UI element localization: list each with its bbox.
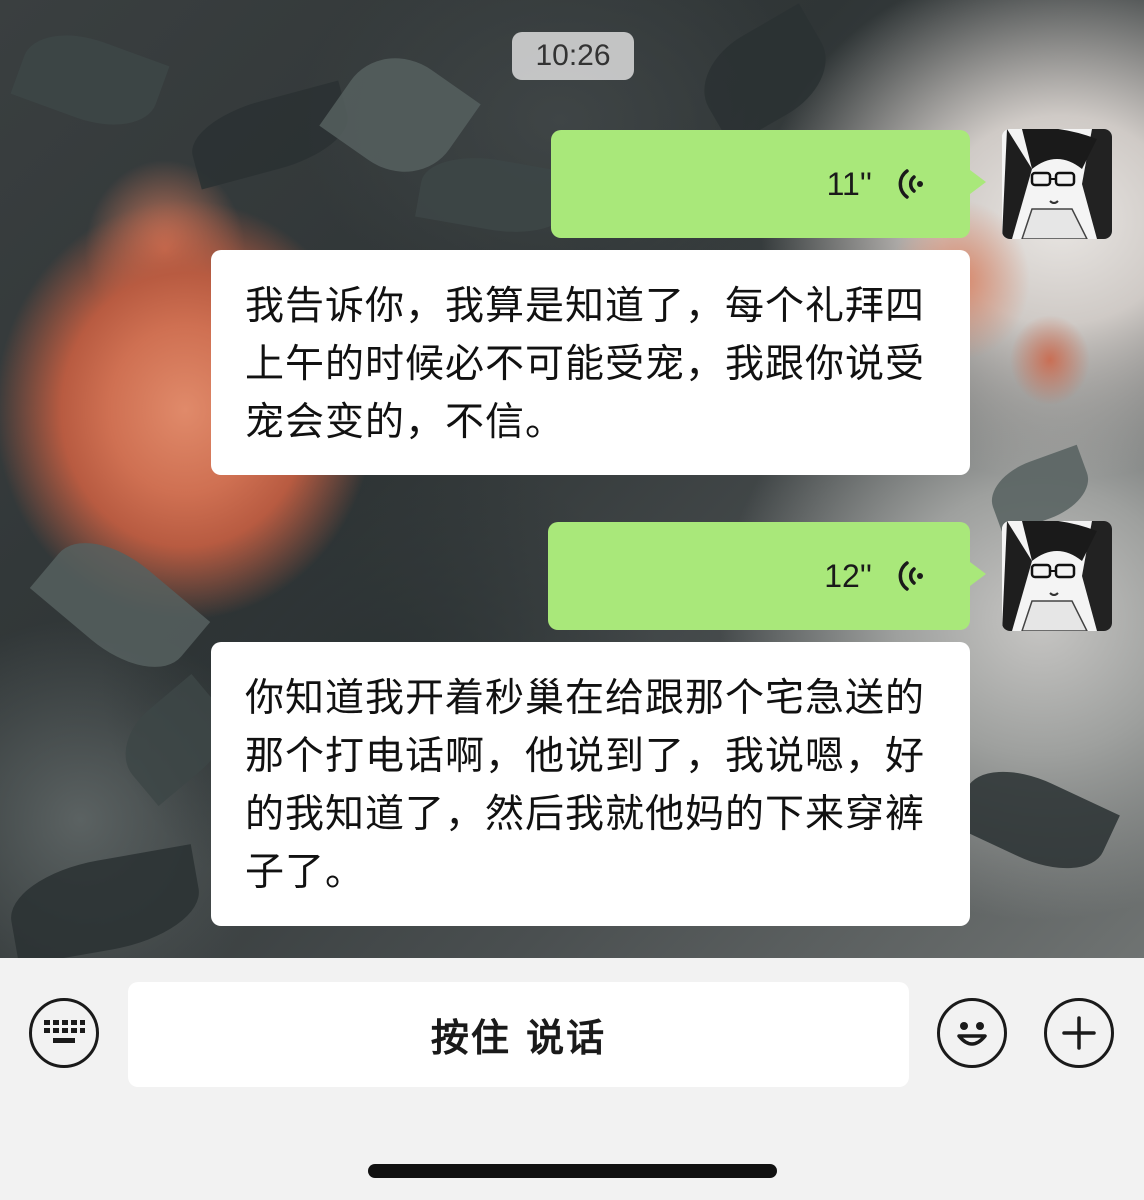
message-text: 我告诉你，我算是知道了，每个礼拜四上午的时候必不可能受宠，我跟你说受宠会变的，不… bbox=[245, 284, 926, 445]
voice-wave-icon bbox=[898, 169, 923, 199]
voice-wave-icon bbox=[898, 561, 923, 591]
message-text: 你知道我开着秒巢在给跟那个宅急送的那个打电话啊，他说到了，我说嗯，好的我知道了，… bbox=[245, 676, 926, 895]
voice-message[interactable]: 11'' bbox=[551, 130, 986, 238]
voice-duration: 11'' bbox=[826, 165, 872, 202]
message-timestamp: 10:26 bbox=[512, 32, 634, 80]
home-indicator[interactable] bbox=[368, 1164, 777, 1178]
hold-to-talk-button[interactable]: 按住 说话 bbox=[128, 982, 909, 1087]
keyboard-icon[interactable] bbox=[29, 998, 99, 1068]
text-message: 我告诉你，我算是知道了，每个礼拜四上午的时候必不可能受宠，我跟你说受宠会变的，不… bbox=[211, 250, 970, 475]
avatar[interactable] bbox=[1002, 129, 1112, 239]
text-message: 你知道我开着秒巢在给跟那个宅急送的那个打电话啊，他说到了，我说嗯，好的我知道了，… bbox=[211, 642, 970, 926]
voice-message[interactable]: 12'' bbox=[548, 522, 986, 630]
emoji-icon[interactable] bbox=[937, 998, 1007, 1068]
voice-duration: 12'' bbox=[824, 557, 872, 594]
plus-icon[interactable] bbox=[1044, 998, 1114, 1068]
avatar[interactable] bbox=[1002, 521, 1112, 631]
